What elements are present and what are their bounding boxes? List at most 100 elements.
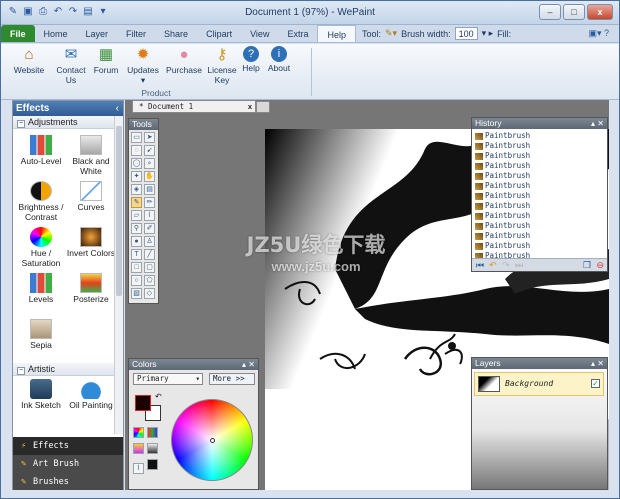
layers-panel-controls-icon[interactable]: ▴ ✕: [591, 358, 604, 369]
colors-panel-controls-icon[interactable]: ▴ ✕: [242, 359, 255, 370]
effect-invert-colors[interactable]: Invert Colors: [65, 227, 117, 258]
history-item[interactable]: Paintbrush: [472, 241, 607, 251]
category-adjustments[interactable]: − Adjustments: [13, 116, 123, 129]
close-document-icon[interactable]: x: [248, 101, 252, 112]
nav-brushes[interactable]: ✎ Brushes: [13, 473, 123, 491]
effect-levels[interactable]: Levels: [15, 273, 67, 304]
paintbrush-tool-icon[interactable]: ✎: [131, 197, 142, 208]
history-item[interactable]: Paintbrush: [472, 201, 607, 211]
pencil-tool-icon[interactable]: ✏: [144, 197, 155, 208]
swap-colors-icon[interactable]: ↶: [155, 392, 162, 401]
tab-clipart[interactable]: Clipart: [197, 25, 241, 42]
category-artistic[interactable]: − Artistic: [13, 363, 114, 376]
contact-us-button[interactable]: ✉ Contact Us: [53, 46, 89, 85]
restore-button[interactable]: □: [563, 4, 585, 20]
stamp-tool-icon[interactable]: ♙: [144, 236, 155, 247]
history-item[interactable]: Paintbrush: [472, 171, 607, 181]
history-item[interactable]: Paintbrush: [472, 191, 607, 201]
more-colors-button[interactable]: More >>: [209, 373, 255, 385]
updates-button[interactable]: ✹ Updates ▾: [124, 46, 162, 85]
brush-width-stepper[interactable]: ▾ ▸: [482, 28, 494, 39]
effect-brightness-contrast[interactable]: Brightness / Contrast: [15, 181, 67, 222]
line-tool-icon[interactable]: ╱: [144, 249, 155, 260]
text-tool-icon[interactable]: T: [131, 249, 142, 260]
purchase-button[interactable]: ● Purchase: [165, 46, 203, 75]
ellipse-select-tool-icon[interactable]: ◯: [131, 158, 142, 169]
nav-art-brush[interactable]: ✎ Art Brush: [13, 455, 123, 473]
color-swatch-icon[interactable]: [146, 459, 158, 470]
tab-share[interactable]: Share: [155, 25, 197, 42]
swatches-mode-icon[interactable]: [133, 443, 144, 454]
effect-auto-level[interactable]: Auto-Level: [15, 135, 67, 166]
effects-scrollbar[interactable]: [114, 116, 123, 434]
gradient-tool-icon[interactable]: ▤: [144, 184, 155, 195]
magic-wand-tool-icon[interactable]: ✦: [131, 171, 142, 182]
color-wheel[interactable]: [171, 399, 253, 481]
tab-file[interactable]: File: [1, 25, 35, 42]
history-item[interactable]: Paintbrush: [472, 151, 607, 161]
eyedropper-icon[interactable]: ⌇: [133, 463, 144, 474]
close-button[interactable]: x: [587, 4, 613, 20]
history-first-icon[interactable]: ⏮: [476, 260, 484, 271]
tab-help[interactable]: Help: [317, 25, 356, 42]
new-tab-button[interactable]: [256, 101, 270, 113]
collapse-toggle-icon[interactable]: −: [17, 120, 25, 128]
tab-home[interactable]: Home: [35, 25, 77, 42]
color-balls-tool-icon[interactable]: ●: [131, 236, 142, 247]
freeform-tool-icon[interactable]: ⬠: [144, 275, 155, 286]
effect-sepia[interactable]: Sepia: [15, 319, 67, 350]
brush-tool-icon[interactable]: ✎▾: [385, 28, 397, 39]
primary-color-swatch[interactable]: [135, 395, 151, 411]
gradient-mode-icon[interactable]: [146, 443, 158, 454]
nav-effects[interactable]: ⚡ Effects: [13, 437, 123, 455]
paint-bucket-tool-icon[interactable]: ◈: [131, 184, 142, 195]
help-icon[interactable]: ▣▾ ?: [588, 28, 609, 39]
lasso-tool-icon[interactable]: ◌: [131, 145, 142, 156]
history-panel-controls-icon[interactable]: ▴ ✕: [591, 118, 604, 129]
history-item[interactable]: Paintbrush: [472, 131, 607, 141]
palette-mode-icon[interactable]: [146, 427, 158, 438]
effect-posterize[interactable]: Posterize: [65, 273, 117, 304]
rectangle-tool-icon[interactable]: □: [131, 262, 142, 273]
effect-black-and-white[interactable]: Black and White: [65, 135, 117, 176]
about-button[interactable]: i About: [265, 46, 293, 73]
effect-hue-saturation[interactable]: Hue / Saturation: [15, 227, 67, 268]
forum-button[interactable]: ▦ Forum: [91, 46, 121, 75]
brush-width-input[interactable]: 100: [454, 27, 478, 40]
rounded-rect-tool-icon[interactable]: ▢: [144, 262, 155, 273]
history-item[interactable]: Paintbrush: [472, 141, 607, 151]
effect-ink-sketch[interactable]: Ink Sketch: [15, 379, 67, 410]
history-item[interactable]: Paintbrush: [472, 181, 607, 191]
pan-tool-icon[interactable]: ✋: [144, 171, 155, 182]
scrollbar-thumb[interactable]: [116, 126, 122, 296]
layer-visibility-checkbox[interactable]: ✓: [591, 379, 600, 388]
history-item[interactable]: Paintbrush: [472, 161, 607, 171]
document-tab[interactable]: * Document 1x: [132, 100, 256, 113]
history-undo-icon[interactable]: ↶: [489, 260, 497, 271]
recolor-tool-icon[interactable]: ✐: [144, 223, 155, 234]
tab-filter[interactable]: Filter: [117, 25, 155, 42]
zoom-tool-icon[interactable]: ⌕: [144, 158, 155, 169]
history-copy-icon[interactable]: ❐: [583, 260, 591, 271]
diamond-tool-icon[interactable]: ◇: [144, 288, 155, 299]
minimize-button[interactable]: –: [539, 4, 561, 20]
layer-row[interactable]: Background ✓: [474, 372, 604, 396]
history-redo-icon[interactable]: ↷: [502, 260, 510, 271]
history-item[interactable]: Paintbrush: [472, 231, 607, 241]
ellipse-tool-icon[interactable]: ○: [131, 275, 142, 286]
effect-curves[interactable]: Curves: [65, 181, 117, 212]
tab-view[interactable]: View: [241, 25, 278, 42]
tab-extra[interactable]: Extra: [278, 25, 317, 42]
rect-select-tool-icon[interactable]: ▭: [131, 132, 142, 143]
history-delete-icon[interactable]: ⊖: [596, 260, 604, 271]
history-item[interactable]: Paintbrush: [472, 221, 607, 231]
effect-oil-painting[interactable]: Oil Painting: [65, 379, 117, 410]
help-button[interactable]: ? Help: [239, 46, 263, 73]
color-mode-select[interactable]: Primary ▾: [133, 373, 203, 385]
collapse-toggle-icon[interactable]: −: [17, 367, 25, 375]
tab-layer[interactable]: Layer: [77, 25, 118, 42]
move-selection-tool-icon[interactable]: ➹: [144, 145, 155, 156]
color-picker-tool-icon[interactable]: ⌇: [144, 210, 155, 221]
clone-stamp-tool-icon[interactable]: ⚲: [131, 223, 142, 234]
shape-tool-icon[interactable]: ▧: [131, 288, 142, 299]
